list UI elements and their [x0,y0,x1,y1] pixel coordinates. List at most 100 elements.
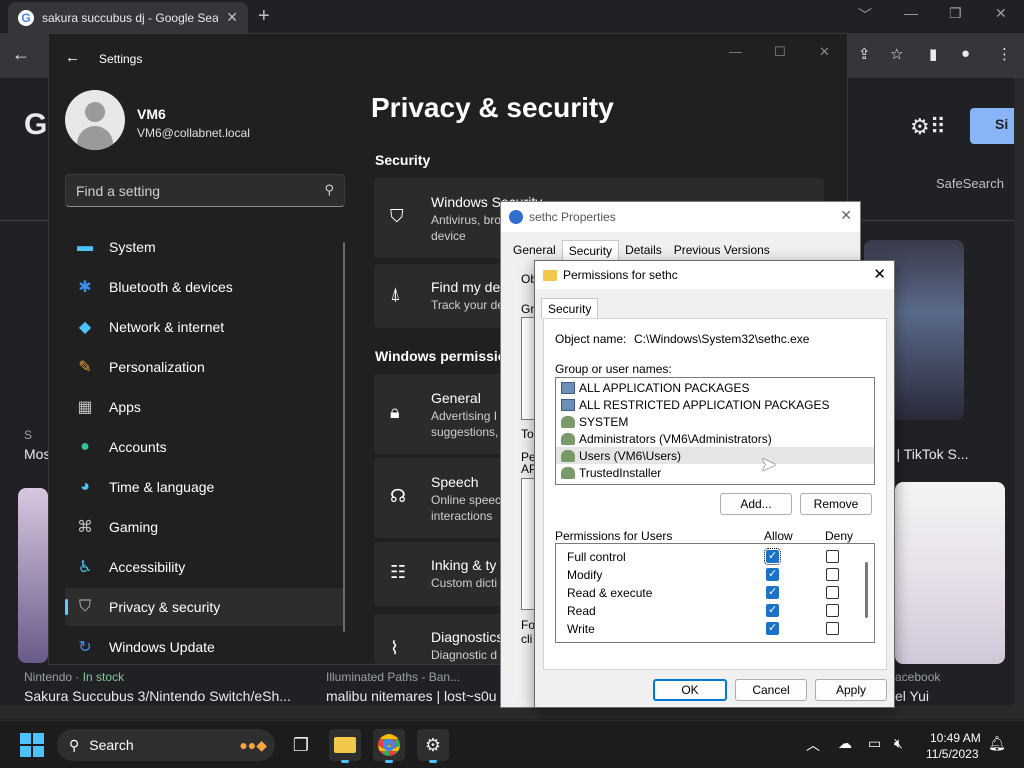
clock-date[interactable]: 11/5/2023 [926,747,979,761]
sidebar-item-apps[interactable]: ▦ Apps [65,388,345,426]
result-title[interactable]: Sakura Succubus 3/Nintendo Switch/eSh... [24,688,291,704]
deny-checkbox[interactable] [826,550,839,563]
result-thumbnail[interactable] [895,482,1005,664]
allow-checkbox[interactable] [766,585,779,599]
network-icon[interactable]: ▭ [868,735,881,752]
find-setting-input[interactable]: Find a setting ⚲ [65,174,345,207]
tab-security[interactable]: Security [541,298,599,319]
sidebar-item-label: Privacy & security [109,599,221,615]
cancel-button[interactable]: Cancel [735,679,807,701]
settings-gear-icon[interactable]: ⚙ [417,729,449,763]
clipboard-icon: ☷ [390,562,407,582]
window-title: Settings [99,52,143,66]
profile-icon[interactable]: ● [961,45,970,62]
allow-checkbox[interactable] [766,603,779,617]
safesearch-link[interactable]: SafeSearch [936,176,1004,191]
sidebar-item-system[interactable]: ▬ System [65,228,345,266]
sidebar-item-bluetooth-devices[interactable]: ✱ Bluetooth & devices [65,268,345,306]
sidebar-item-accounts[interactable]: ● Accounts [65,428,345,466]
side-panel-icon[interactable]: ▮ [929,45,937,63]
close-window-button[interactable]: ✕ [819,44,830,60]
clock-time[interactable]: 10:49 AM [930,731,981,745]
cloud-icon[interactable]: ☁ [838,735,852,752]
notification-bell-icon[interactable]: 🔔︎ [988,735,1006,752]
bluetooth-icon: ✱ [78,279,92,296]
list-item[interactable]: Administrators (VM6\Administrators) [556,430,874,447]
result-title[interactable]: Mos [24,446,50,462]
minimize-button[interactable]: — [729,44,742,59]
list-item[interactable]: ALL APPLICATION PACKAGES [556,379,874,396]
settings-gear-icon[interactable]: ⚙⠿ [910,114,946,140]
close-window-button[interactable]: ✕ [995,5,1007,22]
person-pin-icon: ⍋ [390,284,401,304]
deny-checkbox[interactable] [826,568,839,581]
google-icon: G [18,9,34,26]
remove-button[interactable]: Remove [800,493,872,515]
volume-muted-icon[interactable]: 🔇︎ [894,735,903,752]
chrome-icon[interactable] [373,729,405,763]
taskbar-search[interactable]: ⚲ Search ●●◆ [57,729,275,761]
group-list[interactable] [521,317,535,420]
minimize-button[interactable]: — [904,5,918,21]
sidebar-item-accessibility[interactable]: ♿ Accessibility [65,548,345,586]
sidebar-item-personalization[interactable]: ✎ Personalization [65,348,345,386]
back-arrow-icon[interactable]: ← [12,44,30,65]
user-list[interactable]: ALL APPLICATION PACKAGES ALL RESTRICTED A… [555,377,875,485]
mouse-cursor-icon: ➤ [760,454,777,476]
allow-checkbox[interactable] [766,621,779,635]
result-title[interactable]: el Yui [895,688,929,704]
new-tab-button[interactable]: + [258,5,270,28]
list-item[interactable]: Users (VM6\Users) [556,447,874,464]
share-icon[interactable]: ⇪ [858,45,871,63]
browser-tab[interactable]: G sakura succubus dj - Google Sea ✕ [8,2,248,33]
list-item[interactable]: SYSTEM [556,413,874,430]
task-view-icon[interactable]: ❐ [285,729,317,761]
permissions-list[interactable]: Full control Modify Read & execute Read Writ… [555,543,875,643]
maximize-button[interactable]: ☐ [774,44,786,60]
tab-details[interactable]: Details [619,240,668,261]
google-logo[interactable]: G [24,108,47,142]
allow-checkbox[interactable] [764,548,781,565]
apply-button[interactable]: Apply [815,679,887,701]
package-icon [561,381,575,394]
restore-button[interactable]: ❐ [949,5,962,22]
sidebar-item-privacy-security[interactable]: ⛉ Privacy & security [65,588,345,626]
chevron-up-icon[interactable]: ︿ [806,735,820,755]
avatar[interactable] [65,90,125,150]
sidebar-item-gaming[interactable]: ⌘ Gaming [65,508,345,546]
card-subtitle: Track your de [431,298,504,312]
tab-general[interactable]: General [507,240,562,261]
tab-security[interactable]: Security [561,240,620,261]
back-arrow-icon[interactable]: ← [65,49,80,66]
tab-previous-versions[interactable]: Previous Versions [668,240,776,261]
sidebar-item-label: Gaming [109,519,159,535]
close-icon[interactable]: ✕ [873,265,886,283]
browser-tabstrip: G sakura succubus dj - Google Sea ✕ + ﹀ … [0,0,1024,33]
allow-checkbox[interactable] [766,567,779,581]
deny-checkbox[interactable] [826,604,839,617]
list-item[interactable]: ALL RESTRICTED APPLICATION PACKAGES [556,396,874,413]
list-item[interactable]: TrustedInstaller [556,464,874,481]
file-explorer-icon[interactable] [329,729,361,763]
result-title[interactable]: malibu nitemares | lost~s0u [326,688,497,704]
nav-scrollbar[interactable] [343,242,345,632]
vertical-scrollbar[interactable] [1014,78,1024,705]
tab-search-icon[interactable]: ﹀ [858,5,872,25]
deny-checkbox[interactable] [826,622,839,635]
ok-button[interactable]: OK [653,679,727,701]
sidebar-item-network-internet[interactable]: ◆ Network & internet [65,308,345,346]
close-tab-icon[interactable]: ✕ [226,9,238,26]
perms-list[interactable] [521,478,535,610]
close-icon[interactable]: ✕ [840,207,852,224]
deny-checkbox[interactable] [826,586,839,599]
sidebar-item-windows-update[interactable]: ↻ Windows Update [65,628,345,666]
result-thumbnail[interactable] [18,488,48,663]
add-button[interactable]: Add... [720,493,792,515]
search-placeholder: Find a setting [76,183,161,199]
shield-icon: ⛉ [390,206,404,226]
windows-start-icon[interactable] [20,733,44,757]
permissions-scrollbar[interactable] [865,562,868,618]
bookmark-star-icon[interactable]: ☆ [890,45,903,63]
sidebar-item-time-language[interactable]: ◕ Time & language [65,468,345,506]
menu-dots-icon[interactable]: ⋮ [997,45,1012,63]
